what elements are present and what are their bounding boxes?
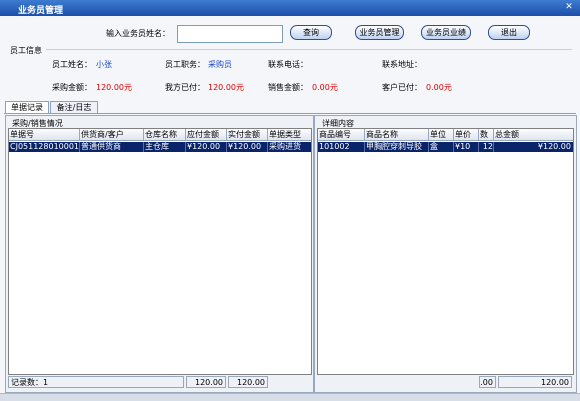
table-cell: ¥120.00: [537, 142, 571, 151]
employee-position-label: 员工职务：: [165, 60, 205, 69]
table-cell: 101002: [318, 142, 365, 152]
column-header[interactable]: 供货商/客户: [80, 129, 144, 140]
we-paid-label: 我方已付：: [165, 83, 205, 92]
column-header[interactable]: 应付金额: [186, 129, 227, 140]
details-table[interactable]: 商品编号 商品名称 单位 单价 数 总金额 101002 甲胸腔穿刺导胶 盒 ¥…: [317, 128, 574, 375]
table-cell: 主仓库: [144, 142, 186, 152]
column-header[interactable]: 单据类型: [268, 129, 311, 140]
quantity-total: .00: [479, 376, 496, 388]
window-title: 业务员管理: [18, 6, 64, 16]
address-label: 联系地址：: [382, 60, 422, 69]
records-table-header: 单据号 供货商/客户 仓库名称 应付金额 实付金额 单据类型: [9, 129, 311, 141]
employee-performance-button[interactable]: 业务员业绩: [421, 25, 471, 40]
table-cell: ¥120.00: [186, 142, 227, 152]
sales-amount-label: 销售金额：: [268, 83, 308, 92]
column-header[interactable]: 单据号: [9, 129, 80, 140]
table-cell: 12: [479, 142, 494, 152]
sales-amount-value: 0.00元: [312, 83, 338, 92]
customer-paid-value: 0.00元: [426, 83, 452, 92]
purchase-amount-label: 采购金额：: [52, 83, 92, 92]
amount-total: 120.00: [498, 376, 572, 388]
column-header[interactable]: 实付金额: [227, 129, 268, 140]
tab-notes-log[interactable]: 备注/日志: [50, 101, 98, 113]
table-cell: 甲胸腔穿刺导胶: [365, 142, 429, 152]
record-count: 记录数：1: [8, 376, 184, 388]
column-header[interactable]: 总金额: [494, 129, 573, 140]
employee-info-section-title: 员工信息: [10, 46, 42, 55]
purchase-amount-value: 120.00元: [96, 83, 132, 92]
details-table-header: 商品编号 商品名称 单位 单价 数 总金额: [318, 129, 573, 141]
column-header[interactable]: 商品编号: [318, 129, 365, 140]
payable-total: 120.00: [186, 376, 226, 388]
column-header[interactable]: 数: [479, 129, 494, 140]
phone-label: 联系电话：: [268, 60, 308, 69]
section-divider: [46, 49, 572, 50]
column-header[interactable]: 仓库名称: [144, 129, 186, 140]
employee-name-input[interactable]: [177, 25, 283, 43]
query-button[interactable]: 查询: [290, 25, 332, 40]
employee-name-value: 小张: [96, 60, 112, 69]
close-icon[interactable]: ✕: [563, 2, 575, 13]
we-paid-value: 120.00元: [208, 83, 244, 92]
employee-position-value: 采购员: [208, 60, 232, 69]
records-table[interactable]: 单据号 供货商/客户 仓库名称 应付金额 实付金额 单据类型 CJ0511280…: [8, 128, 312, 375]
table-cell: 普通供货商: [80, 142, 144, 152]
table-cell: CJ051128010001: [10, 142, 80, 152]
employee-name-label: 员工姓名：: [52, 60, 92, 69]
employee-manage-button[interactable]: 业务员管理: [355, 25, 404, 40]
search-label: 输入业务员姓名：: [106, 29, 170, 38]
table-cell: 盒: [429, 142, 454, 152]
column-header[interactable]: 单位: [429, 129, 454, 140]
exit-button[interactable]: 退出: [488, 25, 530, 40]
table-cell: 采购进货: [269, 142, 301, 151]
column-header[interactable]: 单价: [454, 129, 479, 140]
paid-total: 120.00: [228, 376, 268, 388]
table-cell: ¥120.00: [227, 142, 268, 152]
customer-paid-label: 客户已付：: [382, 83, 422, 92]
table-row[interactable]: CJ051128010001 普通供货商 主仓库 ¥120.00 ¥120.00…: [9, 142, 311, 152]
table-row[interactable]: 101002 甲胸腔穿刺导胶 盒 ¥10 12 ¥120.00: [318, 142, 573, 152]
window-title-bar: [0, 0, 580, 16]
tab-strip-line: [4, 113, 576, 114]
table-cell: ¥10: [454, 142, 479, 152]
column-header[interactable]: 商品名称: [365, 129, 429, 140]
